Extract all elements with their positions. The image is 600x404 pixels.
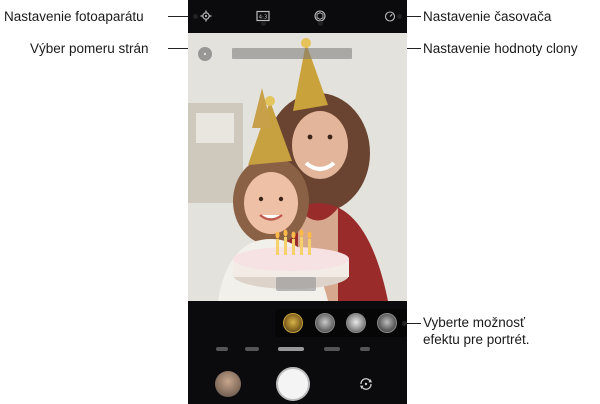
callout-dot-aperture — [318, 21, 323, 26]
viewfinder-info-button[interactable] — [198, 47, 212, 61]
camera-top-bar: 4:3 — [188, 0, 407, 32]
portrait-effect-option-2[interactable] — [315, 313, 335, 333]
callout-aspect-ratio: Výber pomeru strán — [30, 41, 149, 56]
mode-item[interactable] — [324, 347, 340, 351]
shutter-button[interactable] — [276, 367, 310, 401]
portrait-effect-selector — [275, 309, 407, 337]
switch-camera-icon[interactable] — [356, 374, 376, 394]
svg-text:4:3: 4:3 — [259, 15, 268, 21]
gallery-thumbnail[interactable] — [215, 371, 241, 397]
callout-aperture: Nastavenie hodnoty clony — [423, 41, 578, 56]
gear-icon[interactable] — [197, 7, 215, 25]
portrait-effect-option-3[interactable] — [346, 313, 366, 333]
callout-dot-portrait-effect — [402, 321, 407, 326]
mode-item-selected[interactable] — [278, 347, 304, 351]
portrait-mode-badge — [276, 277, 316, 291]
portrait-photo — [188, 33, 407, 301]
camera-mode-strip — [188, 345, 407, 357]
mode-item[interactable] — [360, 347, 370, 351]
callout-dot-aspect-ratio — [261, 21, 266, 26]
callout-dot-camera-settings — [193, 14, 198, 19]
callout-portrait-effect-line1: Vyberte možnosť — [423, 315, 526, 330]
callout-portrait-effect-line2: efektu pre portrét. — [423, 332, 530, 347]
callout-camera-settings: Nastavenie fotoaparátu — [4, 9, 144, 24]
camera-app-screen: 4:3 — [188, 0, 407, 404]
viewfinder-hint-banner — [232, 48, 352, 59]
portrait-effect-option-4[interactable] — [377, 313, 397, 333]
callout-dot-timer — [397, 14, 402, 19]
mode-item[interactable] — [245, 347, 259, 351]
portrait-effect-option-1[interactable] — [283, 313, 303, 333]
mode-item[interactable] — [216, 347, 228, 351]
callout-timer: Nastavenie časovača — [423, 9, 552, 24]
camera-preview[interactable] — [188, 33, 407, 301]
